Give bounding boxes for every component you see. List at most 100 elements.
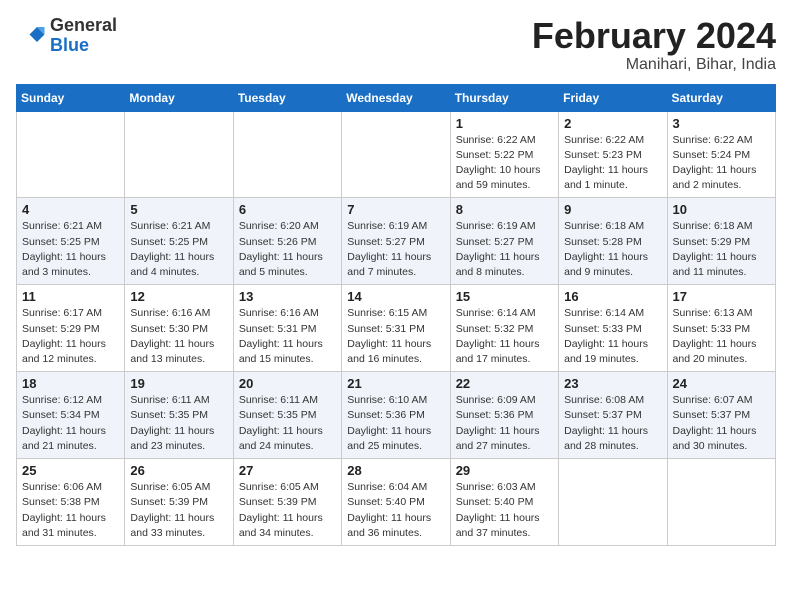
page-header: General Blue February 2024 Manihari, Bih… [16,16,776,74]
day-info: Sunrise: 6:14 AMSunset: 5:33 PMDaylight:… [564,306,661,367]
col-wednesday: Wednesday [342,84,450,111]
day-info: Sunrise: 6:08 AMSunset: 5:37 PMDaylight:… [564,393,661,454]
day-info: Sunrise: 6:06 AMSunset: 5:38 PMDaylight:… [22,480,119,541]
table-row: 15Sunrise: 6:14 AMSunset: 5:32 PMDayligh… [450,285,558,372]
day-info: Sunrise: 6:22 AMSunset: 5:22 PMDaylight:… [456,133,553,194]
day-number: 25 [22,463,119,478]
day-number: 11 [22,289,119,304]
table-row: 2Sunrise: 6:22 AMSunset: 5:23 PMDaylight… [559,111,667,198]
day-info: Sunrise: 6:21 AMSunset: 5:25 PMDaylight:… [130,219,227,280]
table-row: 10 Sunrise: 6:18 AMSunset: 5:29 PMDayligh… [667,198,775,285]
day-number: 19 [130,376,227,391]
table-row: 5 Sunrise: 6:21 AMSunset: 5:25 PMDaylight… [125,198,233,285]
day-info: Sunrise: 6:04 AMSunset: 5:40 PMDaylight:… [347,480,444,541]
location-title: Manihari, Bihar, India [532,56,776,74]
table-row: 19 Sunrise: 6:11 AMSunset: 5:35 PMDayligh… [125,372,233,459]
title-area: February 2024 Manihari, Bihar, India [532,16,776,74]
day-number: 5 [130,202,227,217]
day-number: 29 [456,463,553,478]
day-info: Sunrise: 6:11 AMSunset: 5:35 PMDaylight:… [130,393,227,454]
day-info: Sunrise: 6:03 AMSunset: 5:40 PMDaylight:… [456,480,553,541]
day-number: 10 [673,202,770,217]
calendar-week-row: 4 Sunrise: 6:21 AMSunset: 5:25 PMDaylight… [17,198,776,285]
table-row: 12 Sunrise: 6:16 AMSunset: 5:30 PMDayligh… [125,285,233,372]
day-info: Sunrise: 6:05 AMSunset: 5:39 PMDaylight:… [239,480,336,541]
table-row: 3 Sunrise: 6:22 AMSunset: 5:24 PMDaylight… [667,111,775,198]
table-row [233,111,341,198]
col-saturday: Saturday [667,84,775,111]
day-info: Sunrise: 6:10 AMSunset: 5:36 PMDaylight:… [347,393,444,454]
table-row: 25 Sunrise: 6:06 AMSunset: 5:38 PMDayligh… [17,459,125,546]
day-number: 28 [347,463,444,478]
table-row: 13Sunrise: 6:16 AMSunset: 5:31 PMDayligh… [233,285,341,372]
col-friday: Friday [559,84,667,111]
day-number: 18 [22,376,119,391]
table-row [667,459,775,546]
day-number: 15 [456,289,553,304]
day-info: Sunrise: 6:19 AMSunset: 5:27 PMDaylight:… [347,219,444,280]
day-number: 1 [456,116,553,131]
day-number: 7 [347,202,444,217]
logo-general-text: General [50,15,117,35]
day-number: 2 [564,116,661,131]
table-row: 20 Sunrise: 6:11 AMSunset: 5:35 PMDayligh… [233,372,341,459]
day-number: 20 [239,376,336,391]
table-row: 4 Sunrise: 6:21 AMSunset: 5:25 PMDaylight… [17,198,125,285]
table-row: 26Sunrise: 6:05 AMSunset: 5:39 PMDayligh… [125,459,233,546]
day-info: Sunrise: 6:18 AMSunset: 5:28 PMDaylight:… [564,219,661,280]
table-row: 17 Sunrise: 6:13 AMSunset: 5:33 PMDayligh… [667,285,775,372]
day-number: 22 [456,376,553,391]
day-info: Sunrise: 6:09 AMSunset: 5:36 PMDaylight:… [456,393,553,454]
day-number: 9 [564,202,661,217]
day-number: 3 [673,116,770,131]
day-info: Sunrise: 6:11 AMSunset: 5:35 PMDaylight:… [239,393,336,454]
day-info: Sunrise: 6:21 AMSunset: 5:25 PMDaylight:… [22,219,119,280]
day-info: Sunrise: 6:19 AMSunset: 5:27 PMDaylight:… [456,219,553,280]
col-tuesday: Tuesday [233,84,341,111]
table-row: 1 Sunrise: 6:22 AMSunset: 5:22 PMDaylight… [450,111,558,198]
day-info: Sunrise: 6:17 AMSunset: 5:29 PMDaylight:… [22,306,119,367]
table-row: 9 Sunrise: 6:18 AMSunset: 5:28 PMDaylight… [559,198,667,285]
calendar-week-row: 1 Sunrise: 6:22 AMSunset: 5:22 PMDaylight… [17,111,776,198]
table-row: 8Sunrise: 6:19 AMSunset: 5:27 PMDaylight… [450,198,558,285]
day-info: Sunrise: 6:20 AMSunset: 5:26 PMDaylight:… [239,219,336,280]
logo-icon [16,21,46,51]
table-row: 24Sunrise: 6:07 AMSunset: 5:37 PMDayligh… [667,372,775,459]
table-row: 16Sunrise: 6:14 AMSunset: 5:33 PMDayligh… [559,285,667,372]
day-info: Sunrise: 6:12 AMSunset: 5:34 PMDaylight:… [22,393,119,454]
table-row: 28 Sunrise: 6:04 AMSunset: 5:40 PMDayligh… [342,459,450,546]
table-row [17,111,125,198]
col-thursday: Thursday [450,84,558,111]
day-number: 23 [564,376,661,391]
day-number: 14 [347,289,444,304]
table-row: 11 Sunrise: 6:17 AMSunset: 5:29 PMDayligh… [17,285,125,372]
calendar-table: Sunday Monday Tuesday Wednesday Thursday… [16,84,776,546]
table-row [559,459,667,546]
col-sunday: Sunday [17,84,125,111]
table-row: 22 Sunrise: 6:09 AMSunset: 5:36 PMDayligh… [450,372,558,459]
table-row: 6 Sunrise: 6:20 AMSunset: 5:26 PMDaylight… [233,198,341,285]
day-info: Sunrise: 6:22 AMSunset: 5:24 PMDaylight:… [673,133,770,194]
logo: General Blue [16,16,117,56]
day-number: 4 [22,202,119,217]
day-info: Sunrise: 6:07 AMSunset: 5:37 PMDaylight:… [673,393,770,454]
day-info: Sunrise: 6:05 AMSunset: 5:39 PMDaylight:… [130,480,227,541]
day-info: Sunrise: 6:16 AMSunset: 5:30 PMDaylight:… [130,306,227,367]
table-row: 23 Sunrise: 6:08 AMSunset: 5:37 PMDayligh… [559,372,667,459]
table-row: 7 Sunrise: 6:19 AMSunset: 5:27 PMDaylight… [342,198,450,285]
day-info: Sunrise: 6:18 AMSunset: 5:29 PMDaylight:… [673,219,770,280]
day-number: 17 [673,289,770,304]
calendar-week-row: 18 Sunrise: 6:12 AMSunset: 5:34 PMDayligh… [17,372,776,459]
table-row [125,111,233,198]
day-number: 21 [347,376,444,391]
day-number: 6 [239,202,336,217]
calendar-week-row: 11 Sunrise: 6:17 AMSunset: 5:29 PMDayligh… [17,285,776,372]
table-row: 14 Sunrise: 6:15 AMSunset: 5:31 PMDayligh… [342,285,450,372]
day-info: Sunrise: 6:15 AMSunset: 5:31 PMDaylight:… [347,306,444,367]
day-info: Sunrise: 6:13 AMSunset: 5:33 PMDaylight:… [673,306,770,367]
day-number: 12 [130,289,227,304]
table-row: 29 Sunrise: 6:03 AMSunset: 5:40 PMDayligh… [450,459,558,546]
table-row: 27Sunrise: 6:05 AMSunset: 5:39 PMDayligh… [233,459,341,546]
table-row [342,111,450,198]
table-row: 18 Sunrise: 6:12 AMSunset: 5:34 PMDayligh… [17,372,125,459]
